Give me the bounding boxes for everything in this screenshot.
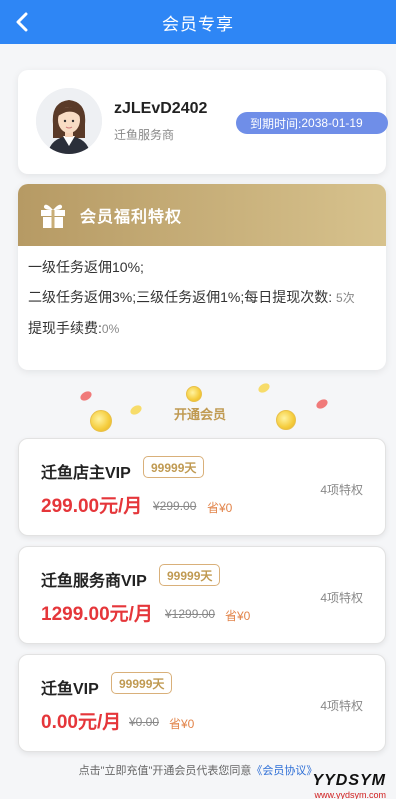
plan-perks: 4项特权 (320, 699, 363, 713)
plan-perks: 4项特权 (320, 591, 363, 605)
plan-price: 1299.00元/月 (41, 604, 153, 625)
welfare-title: 会员福利特权 (80, 209, 183, 226)
welfare-line-3: 提现手续费:0% (28, 317, 376, 340)
plan-savings: 省¥0 (169, 717, 195, 731)
plan-price: 299.00元/月 (41, 496, 143, 517)
expire-label: 到期时间: (250, 116, 302, 131)
back-button[interactable] (8, 8, 36, 36)
expire-badge: 到期时间: 2038-01-19 (236, 112, 388, 134)
coin-decoration (276, 410, 296, 430)
welfare-card: 会员福利特权 一级任务返佣10%; 二级任务返佣3%;三级任务返佣1%;每日提现… (18, 184, 386, 370)
open-vip-label: 开通会员 (174, 407, 227, 422)
welfare-line-2: 二级任务返佣3%;三级任务返佣1%;每日提现次数: 5次 (28, 286, 376, 309)
user-role: 迁鱼服务商 (114, 128, 175, 142)
watermark-url: www.yydsym.com (314, 790, 386, 799)
withdraw-fee: 0% (101, 322, 120, 336)
agreement-link[interactable]: 《会员协议》 (251, 765, 317, 777)
username: zJLEvD2402 (114, 100, 208, 117)
plan-card[interactable]: 迁鱼店主VIP 99999天 299.00元/月 ¥299.00 省¥0 4项特… (18, 438, 386, 536)
avatar (36, 88, 102, 154)
plan-name: 迁鱼VIP (41, 681, 99, 698)
plan-original-price: ¥1299.00 (165, 607, 216, 621)
welfare-line-3-text: 提现手续费: (28, 320, 102, 336)
plan-card[interactable]: 迁鱼VIP 99999天 0.00元/月 ¥0.00 省¥0 4项特权 (18, 654, 386, 752)
expire-date: 2038-01-19 (301, 116, 363, 130)
plan-original-price: ¥299.00 (153, 499, 197, 513)
withdraw-count: 5次 (336, 291, 355, 305)
top-bar: 会员专享 (0, 0, 396, 44)
coin-decoration (186, 386, 202, 402)
agreement-text: 点击"立即充值"开通会员代表您同意 (78, 765, 252, 777)
plan-savings: 省¥0 (225, 609, 251, 623)
coin-decoration (90, 410, 112, 432)
petal-decoration (256, 381, 272, 395)
petal-decoration (128, 403, 144, 417)
plan-price: 0.00元/月 (41, 712, 122, 733)
welfare-line-1: 一级任务返佣10%; (28, 259, 144, 275)
open-vip-section: 开通会员 (0, 380, 396, 432)
page-title: 会员专享 (162, 14, 234, 34)
plan-savings: 省¥0 (207, 501, 233, 515)
watermark-brand: YYDSYM (312, 772, 386, 789)
watermark: YYDSYM www.yydsym.com (312, 772, 386, 799)
welfare-line-2-text: 二级任务返佣3%;三级任务返佣1%;每日提现次数: (28, 289, 333, 305)
plan-original-price: ¥0.00 (129, 715, 160, 729)
petal-decoration (78, 389, 94, 403)
petal-decoration (314, 397, 330, 411)
plan-days-badge: 99999天 (159, 564, 221, 586)
welfare-header: 会员福利特权 (18, 184, 386, 246)
plan-name: 迁鱼服务商VIP (41, 573, 147, 590)
chevron-left-icon (16, 12, 28, 32)
gift-icon (41, 204, 65, 228)
plan-days-badge: 99999天 (111, 672, 173, 694)
plan-perks: 4项特权 (320, 483, 363, 497)
plan-days-badge: 99999天 (143, 456, 205, 478)
plan-name: 迁鱼店主VIP (41, 465, 131, 482)
plan-card[interactable]: 迁鱼服务商VIP 99999天 1299.00元/月 ¥1299.00 省¥0 … (18, 546, 386, 644)
profile-card: zJLEvD2402 迁鱼服务商 到期时间: 2038-01-19 (18, 70, 388, 174)
welfare-body: 一级任务返佣10%; 二级任务返佣3%;三级任务返佣1%;每日提现次数: 5次 … (18, 246, 386, 340)
